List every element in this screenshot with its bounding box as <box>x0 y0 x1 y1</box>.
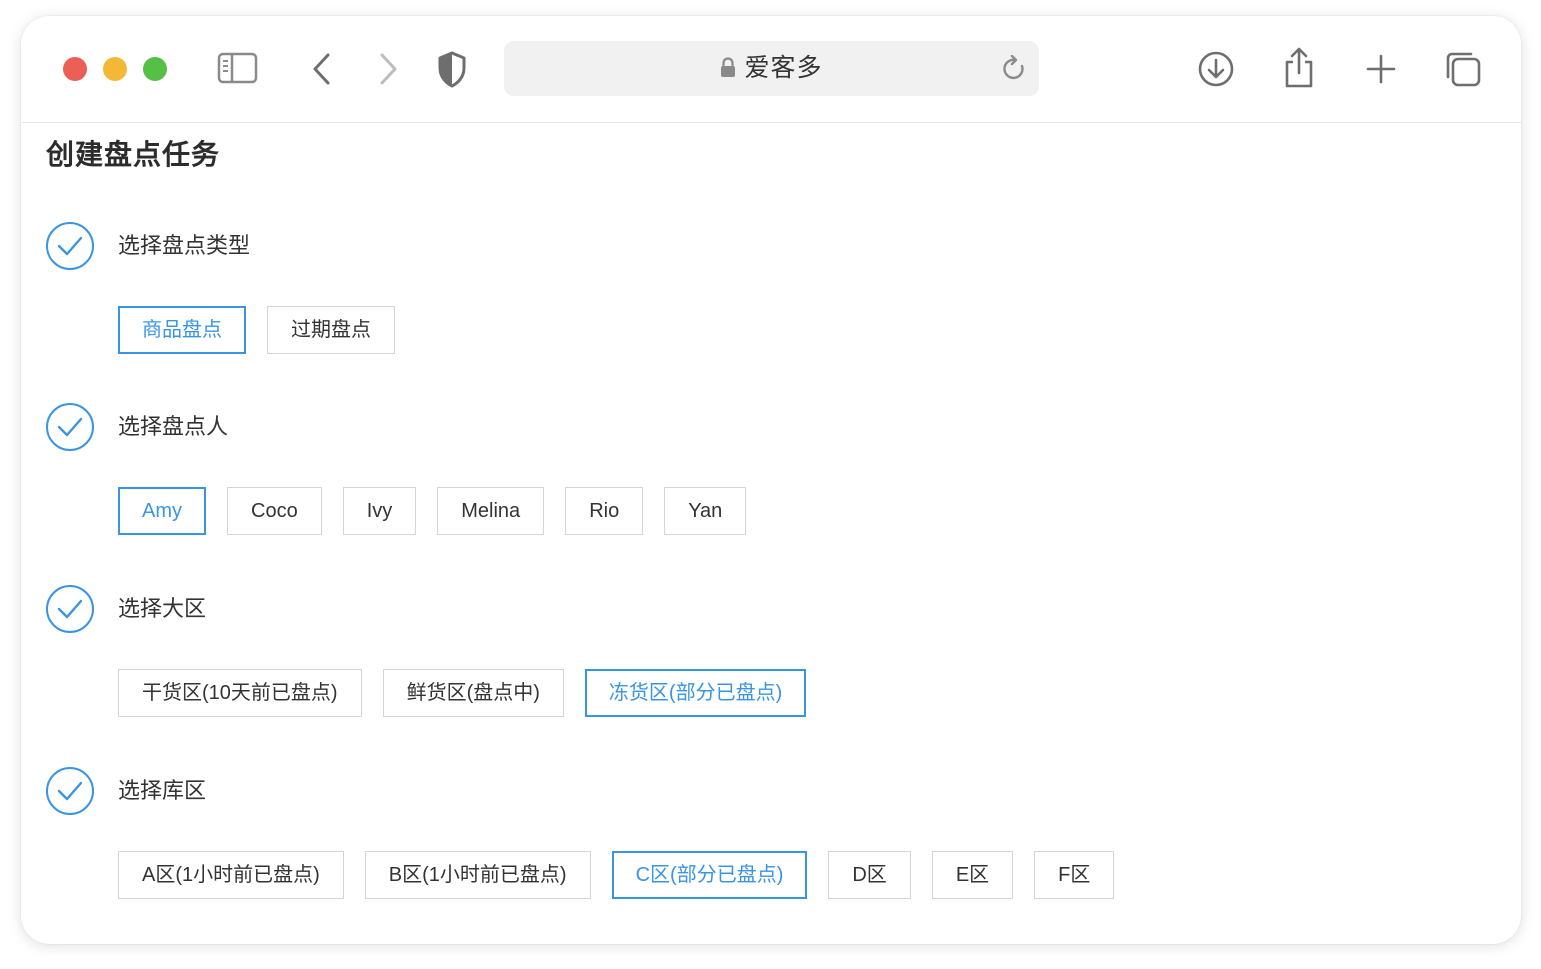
option-area-f[interactable]: F区 <box>1034 851 1115 899</box>
browser-window: 爱客多 创建盘点任务 选择盘点类型 商品盘点 过期盘点 选择盘点人 Amy Co… <box>21 16 1521 944</box>
browser-toolbar: 爱客多 <box>21 16 1521 123</box>
step-label: 选择盘点人 <box>118 414 229 439</box>
step-label: 选择库区 <box>118 778 207 803</box>
option-area-d[interactable]: D区 <box>828 851 911 899</box>
step-check-icon <box>46 585 94 633</box>
download-icon[interactable] <box>1197 50 1235 88</box>
minimize-window-button[interactable] <box>103 57 127 81</box>
lock-icon <box>721 57 736 77</box>
option-area-a[interactable]: A区(1小时前已盘点) <box>118 851 344 899</box>
option-group-region: 干货区(10天前已盘点) 鲜货区(盘点中) 冻货区(部分已盘点) <box>118 669 827 717</box>
sidebar-icon[interactable] <box>217 51 259 85</box>
option-group-inventory-type: 商品盘点 过期盘点 <box>118 306 416 354</box>
option-product-inventory[interactable]: 商品盘点 <box>118 306 246 354</box>
option-expired-inventory[interactable]: 过期盘点 <box>267 306 395 354</box>
option-group-counter: Amy Coco Ivy Melina Rio Yan <box>118 487 767 535</box>
close-window-button[interactable] <box>63 57 87 81</box>
new-tab-icon[interactable] <box>1365 53 1397 85</box>
share-icon[interactable] <box>1282 46 1316 90</box>
option-area-b[interactable]: B区(1小时前已盘点) <box>364 851 591 899</box>
address-title: 爱客多 <box>744 54 823 82</box>
option-area-c[interactable]: C区(部分已盘点) <box>611 851 808 899</box>
option-region-dry-goods[interactable]: 干货区(10天前已盘点) <box>118 669 362 717</box>
shield-icon[interactable] <box>436 50 468 88</box>
option-group-storage-area: A区(1小时前已盘点) B区(1小时前已盘点) C区(部分已盘点) D区 E区 F区 <box>118 851 1135 899</box>
option-counter-rio[interactable]: Rio <box>565 487 644 535</box>
step-check-icon <box>46 403 94 451</box>
option-area-e[interactable]: E区 <box>931 851 1014 899</box>
address-bar[interactable]: 爱客多 <box>504 41 1039 96</box>
step-label: 选择盘点类型 <box>118 233 251 258</box>
option-region-frozen-goods[interactable]: 冻货区(部分已盘点) <box>584 669 807 717</box>
option-counter-melina[interactable]: Melina <box>437 487 545 535</box>
option-counter-yan[interactable]: Yan <box>664 487 747 535</box>
reload-icon[interactable] <box>1002 55 1028 83</box>
zoom-window-button[interactable] <box>143 57 167 81</box>
option-counter-ivy[interactable]: Ivy <box>342 487 417 535</box>
page-title: 创建盘点任务 <box>46 139 221 170</box>
step-check-icon <box>46 222 94 270</box>
option-region-fresh-goods[interactable]: 鲜货区(盘点中) <box>382 669 564 717</box>
option-counter-coco[interactable]: Coco <box>227 487 322 535</box>
step-label: 选择大区 <box>118 596 207 621</box>
step-check-icon <box>46 767 94 815</box>
option-counter-amy[interactable]: Amy <box>118 487 206 535</box>
forward-icon[interactable] <box>377 52 399 86</box>
back-icon[interactable] <box>311 52 333 86</box>
tabs-icon[interactable] <box>1444 50 1482 88</box>
